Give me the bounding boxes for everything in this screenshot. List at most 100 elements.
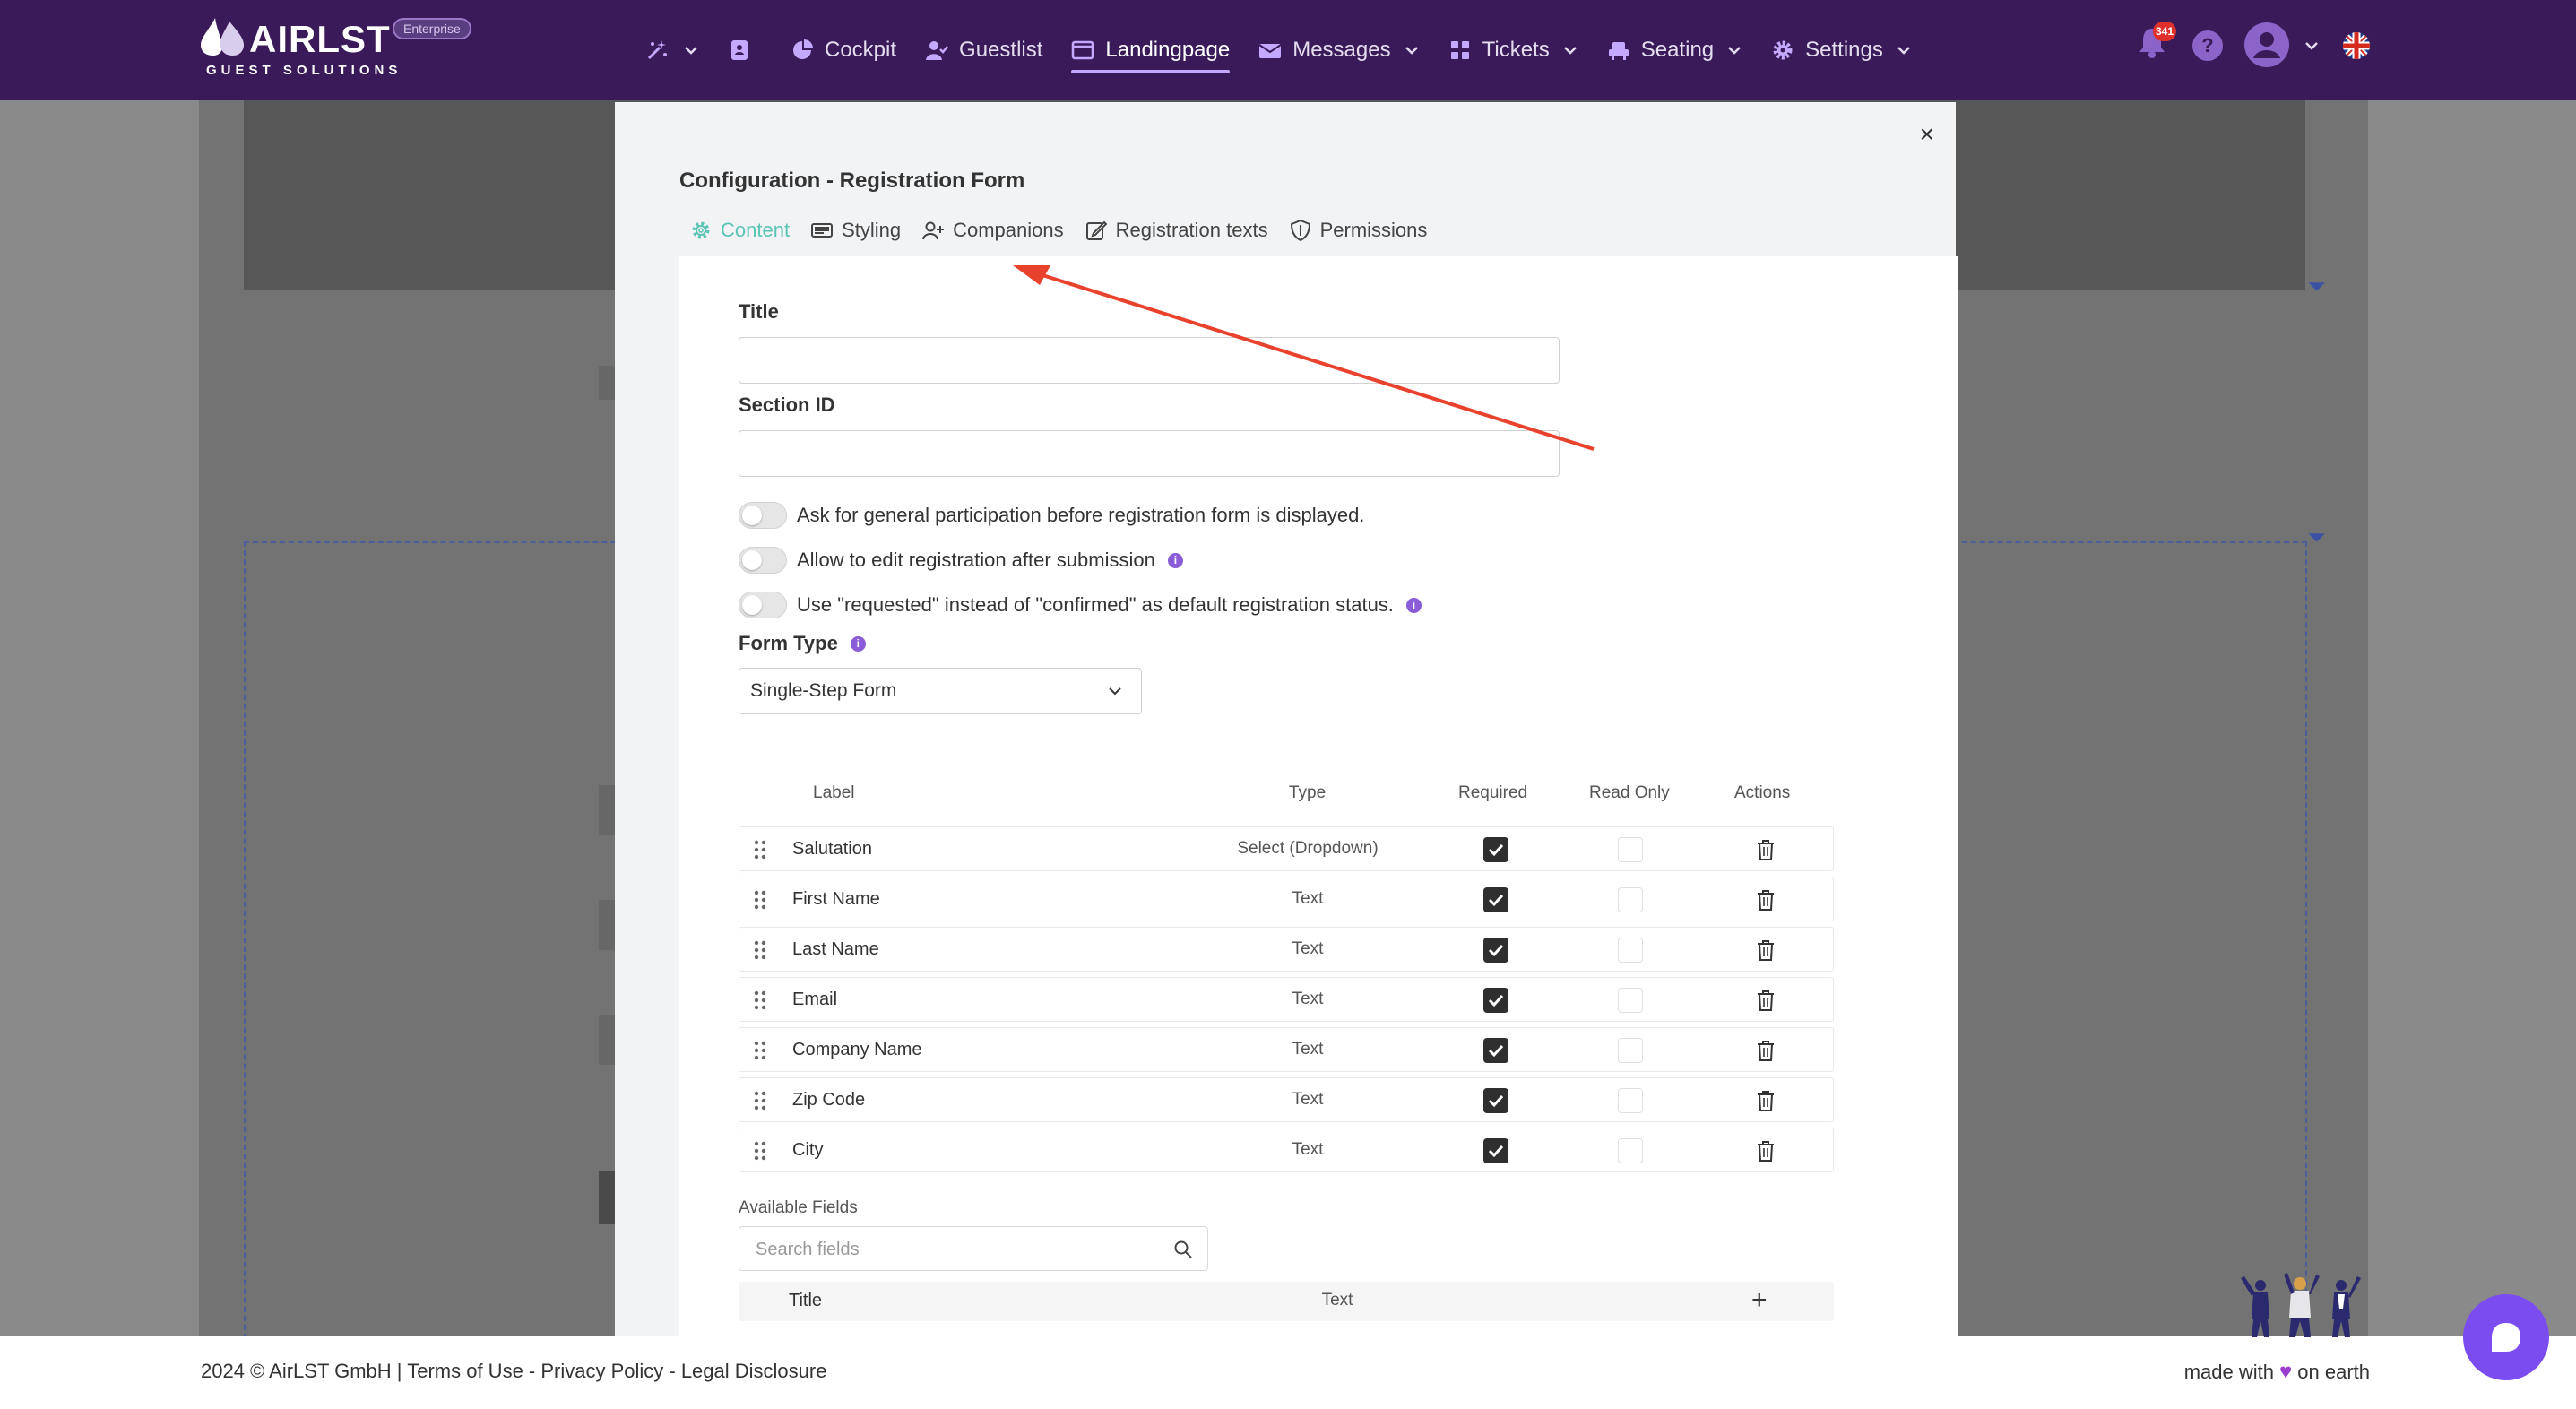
trash-icon[interactable]	[1756, 939, 1776, 961]
available-fields-label: Available Fields	[739, 1198, 858, 1217]
section-move-icon[interactable]: ⏷	[2307, 523, 2326, 552]
drag-handle-icon[interactable]	[754, 840, 766, 860]
required-checkbox[interactable]	[1483, 1038, 1508, 1063]
trash-icon[interactable]	[1756, 1040, 1776, 1061]
table-header-label: Label	[813, 783, 855, 802]
row-label: Salutation	[792, 839, 872, 859]
gear-icon	[692, 221, 710, 239]
nav-item-tickets[interactable]: Tickets	[1448, 0, 1578, 100]
avatar[interactable]	[2244, 22, 2289, 67]
read-only-checkbox[interactable]	[1618, 887, 1643, 912]
form-type-select[interactable]: Single-Step Form	[739, 668, 1142, 714]
browser-window-icon	[1072, 40, 1094, 60]
chevron-down-icon	[1563, 47, 1577, 55]
participation-toggle[interactable]	[739, 502, 787, 529]
trash-icon[interactable]	[1756, 1090, 1776, 1111]
table-header-type: Type	[1289, 783, 1327, 802]
tab-permissions[interactable]: Permissions	[1290, 219, 1427, 242]
close-button[interactable]: ×	[1920, 120, 1934, 149]
trash-icon[interactable]	[1756, 889, 1776, 911]
info-icon[interactable]: i	[1405, 597, 1422, 613]
trash-icon[interactable]	[1756, 1140, 1776, 1162]
table-row[interactable]: Salutation Select (Dropdown)	[739, 826, 1834, 871]
drag-handle-icon[interactable]	[754, 1091, 766, 1111]
required-checkbox[interactable]	[1483, 1138, 1508, 1163]
address-book-icon	[731, 40, 748, 60]
tab-companions[interactable]: Companions	[922, 219, 1064, 242]
required-checkbox[interactable]	[1483, 938, 1508, 963]
read-only-checkbox[interactable]	[1618, 1088, 1643, 1113]
drag-handle-icon[interactable]	[754, 890, 766, 910]
tab-styling[interactable]: Styling	[811, 219, 901, 242]
info-icon[interactable]: i	[850, 635, 866, 652]
row-label: First Name	[792, 889, 880, 909]
chat-button[interactable]	[2463, 1294, 2549, 1380]
uk-flag-icon[interactable]	[2343, 32, 2370, 59]
nav-item-label: Tickets	[1482, 38, 1550, 62]
tab-label: Registration texts	[1115, 219, 1268, 241]
edit-after-submission-toggle[interactable]	[739, 547, 787, 574]
nav-magic-menu[interactable]	[645, 0, 699, 100]
row-label: Last Name	[792, 939, 879, 959]
search-fields-input[interactable]: Search fields	[739, 1226, 1208, 1271]
gear-icon	[1773, 40, 1793, 60]
table-row[interactable]: Email Text	[739, 977, 1834, 1022]
table-row[interactable]: Zip Code Text	[739, 1077, 1834, 1122]
required-checkbox[interactable]	[1483, 837, 1508, 862]
add-field-button[interactable]: +	[1751, 1287, 1768, 1314]
info-icon[interactable]: i	[1167, 552, 1183, 568]
footer-links[interactable]: 2024 © AirLST GmbH | Terms of Use - Priv…	[201, 1360, 826, 1383]
requested-status-toggle[interactable]	[739, 592, 787, 618]
available-field-row[interactable]: Title Text +	[739, 1282, 1834, 1321]
required-checkbox[interactable]	[1483, 887, 1508, 912]
top-navbar: AIRLST GUEST SOLUTIONS Enterprise Cockpi…	[0, 0, 2576, 100]
read-only-checkbox[interactable]	[1618, 988, 1643, 1013]
section-id-input[interactable]	[739, 430, 1560, 477]
grid-icon	[1450, 41, 1469, 59]
tab-content[interactable]: Content	[690, 219, 790, 242]
footer: 2024 © AirLST GmbH | Terms of Use - Priv…	[0, 1336, 2576, 1409]
toggle-label-row: Use "requested" instead of "confirmed" a…	[797, 593, 1422, 617]
required-checkbox[interactable]	[1483, 988, 1508, 1013]
modal-tabs: Content Styling Companions Registration …	[690, 219, 1448, 242]
drag-handle-icon[interactable]	[754, 1041, 766, 1060]
table-header-required: Required	[1458, 783, 1528, 802]
celebrating-people-illustration	[2241, 1273, 2361, 1337]
trash-icon[interactable]	[1756, 839, 1776, 860]
drag-handle-icon[interactable]	[754, 990, 766, 1010]
table-row[interactable]: Last Name Text	[739, 927, 1834, 972]
read-only-checkbox[interactable]	[1618, 1138, 1643, 1163]
title-input[interactable]	[739, 337, 1560, 384]
nav-item-landingpage[interactable]: Landingpage	[1071, 0, 1230, 100]
chevron-down-icon	[1728, 47, 1742, 55]
table-row[interactable]: First Name Text	[739, 877, 1834, 921]
table-row[interactable]: Company Name Text	[739, 1027, 1834, 1072]
read-only-checkbox[interactable]	[1618, 1038, 1643, 1063]
nav-contacts[interactable]	[728, 0, 762, 100]
user-check-icon	[926, 41, 948, 60]
armchair-icon	[1608, 42, 1629, 60]
drag-handle-icon[interactable]	[754, 940, 766, 960]
chevron-down-icon[interactable]	[2304, 38, 2320, 54]
required-checkbox[interactable]	[1483, 1088, 1508, 1113]
read-only-checkbox[interactable]	[1618, 938, 1643, 963]
nav-item-settings[interactable]: Settings	[1771, 0, 1912, 100]
user-plus-icon	[922, 221, 945, 240]
logo-wordmark: AIRLST	[249, 18, 391, 60]
tab-registration-texts[interactable]: Registration texts	[1085, 219, 1268, 242]
drag-handle-icon[interactable]	[754, 1141, 766, 1161]
help-button[interactable]: ?	[2192, 30, 2223, 61]
nav-item-cockpit[interactable]: Cockpit	[791, 0, 896, 100]
trash-icon[interactable]	[1756, 990, 1776, 1011]
row-type: Text	[1292, 1090, 1324, 1109]
section-move-icon[interactable]: ⏷	[2307, 272, 2326, 301]
made-with-text: made with	[2183, 1361, 2275, 1383]
read-only-checkbox[interactable]	[1618, 837, 1643, 862]
airlst-logo[interactable]: AIRLST GUEST SOLUTIONS Enterprise	[199, 16, 486, 79]
nav-item-messages[interactable]: Messages	[1258, 0, 1419, 100]
nav-item-guestlist[interactable]: Guestlist	[925, 0, 1042, 100]
nav-item-seating[interactable]: Seating	[1607, 0, 1742, 100]
background-heading-fragment	[599, 366, 615, 400]
table-row[interactable]: City Text	[739, 1128, 1834, 1172]
row-type: Text	[1292, 889, 1324, 908]
